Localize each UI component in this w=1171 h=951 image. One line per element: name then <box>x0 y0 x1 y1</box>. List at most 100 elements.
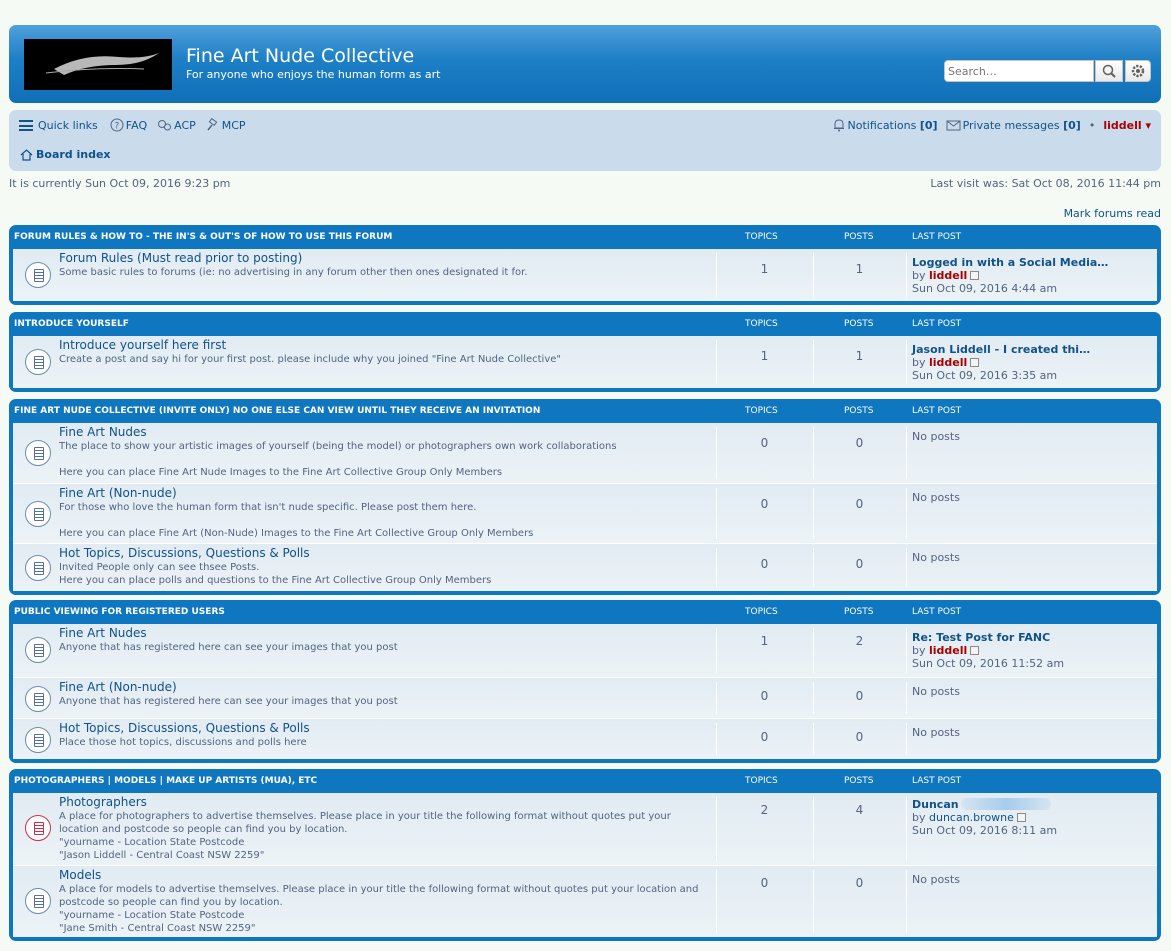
site-logo[interactable] <box>24 39 172 90</box>
faq-link[interactable]: FAQ <box>126 119 147 132</box>
posts-count: 1 <box>855 262 864 276</box>
gavel-icon <box>207 118 218 131</box>
posts-count: 0 <box>855 689 864 703</box>
forum-row[interactable]: Forum Rules (Must read prior to posting)… <box>13 249 1157 301</box>
site-title[interactable]: Fine Art Nude Collective <box>186 45 414 67</box>
board-index-link[interactable]: Board index <box>36 148 111 161</box>
last-post-title[interactable]: Re: Test Post for FANC <box>912 631 1064 644</box>
last-post-time: Sun Oct 09, 2016 8:11 am <box>912 824 1058 837</box>
last-post-author[interactable]: liddell <box>929 269 967 282</box>
view-latest-post-icon[interactable] <box>1016 813 1026 822</box>
forum-row[interactable]: Fine Art Nudes Anyone that has registere… <box>13 624 1157 677</box>
category-title[interactable]: INTRODUCE YOURSELF <box>14 319 129 329</box>
last-post-none: No posts <box>912 551 960 564</box>
forum-row[interactable]: Models A place for models to advertise t… <box>13 865 1157 937</box>
forum-title[interactable]: Fine Art (Non-nude) <box>59 680 177 694</box>
forum-read-icon <box>25 349 51 375</box>
posts-header: POSTS <box>844 776 874 786</box>
posts-count: 0 <box>855 876 864 890</box>
forum-description: A place for photographers to advertise t… <box>59 811 671 861</box>
forum-description: Invited People only can see thsee Posts.… <box>59 562 492 586</box>
last-post-author[interactable]: duncan.browne <box>929 811 1014 824</box>
forum-description: Place those hot topics, discussions and … <box>59 737 307 748</box>
forum-title[interactable]: Photographers <box>59 795 147 809</box>
topics-count: 0 <box>760 876 769 890</box>
forum-row[interactable]: Fine Art (Non-nude) For those who love t… <box>13 483 1157 543</box>
posts-count: 2 <box>855 634 864 648</box>
last-post-none: No posts <box>912 685 960 698</box>
last-post-title[interactable]: Duncan <box>912 798 959 811</box>
category-title[interactable]: PHOTOGRAPHERS | MODELS | MAKE UP ARTISTS… <box>14 776 317 786</box>
posts-count: 0 <box>855 557 864 571</box>
forum-title[interactable]: Hot Topics, Discussions, Questions & Pol… <box>59 546 310 560</box>
bell-icon <box>833 119 844 132</box>
last-post-time: Sun Oct 09, 2016 11:52 am <box>912 657 1065 670</box>
view-latest-post-icon[interactable] <box>970 646 980 655</box>
last-post-header: LAST POST <box>912 406 962 416</box>
forum-title[interactable]: Hot Topics, Discussions, Questions & Pol… <box>59 721 310 735</box>
quick-links-link[interactable]: Quick links <box>38 119 98 132</box>
forum-title[interactable]: Fine Art Nudes <box>59 626 147 640</box>
home-icon <box>20 149 33 161</box>
last-post-none: No posts <box>912 873 960 886</box>
last-post-header: LAST POST <box>912 776 962 786</box>
forum-description: For those who love the human form that i… <box>59 502 534 539</box>
forum-row[interactable]: Hot Topics, Discussions, Questions & Pol… <box>13 718 1157 759</box>
forum-row[interactable]: Fine Art Nudes The place to show your ar… <box>13 423 1157 483</box>
search-button[interactable] <box>1095 60 1123 82</box>
gear-icon <box>1131 64 1145 78</box>
redacted-text <box>960 798 1051 810</box>
envelope-icon <box>946 120 961 131</box>
posts-count: 1 <box>855 349 864 363</box>
forum-title[interactable]: Fine Art (Non-nude) <box>59 486 177 500</box>
last-post-title[interactable]: Jason Liddell - I created thi… <box>912 343 1090 356</box>
notifications-link[interactable]: Notifications [0] <box>848 119 938 132</box>
forum-title[interactable]: Fine Art Nudes <box>59 425 147 439</box>
advanced-search-button[interactable] <box>1125 60 1151 82</box>
forum-unread-icon <box>25 815 51 841</box>
topics-header: TOPICS <box>745 319 778 329</box>
forum-read-icon <box>25 637 51 663</box>
acp-link[interactable]: ACP <box>174 119 196 132</box>
svg-text:?: ? <box>114 122 119 132</box>
search-input[interactable] <box>944 60 1094 82</box>
category-title[interactable]: FINE ART NUDE COLLECTIVE (INVITE ONLY) N… <box>14 406 540 416</box>
last-post-none: No posts <box>912 491 960 504</box>
forum-title[interactable]: Introduce yourself here first <box>59 338 226 352</box>
posts-header: POSTS <box>844 232 874 242</box>
posts-count: 4 <box>855 803 864 817</box>
hamburger-icon[interactable] <box>19 119 33 131</box>
posts-header: POSTS <box>844 607 874 617</box>
forum-row[interactable]: Introduce yourself here first Create a p… <box>13 336 1157 388</box>
view-latest-post-icon[interactable] <box>970 358 980 367</box>
mark-forums-read-link[interactable]: Mark forums read <box>1064 207 1161 220</box>
topics-count: 0 <box>760 497 769 511</box>
forum-title[interactable]: Models <box>59 868 101 882</box>
private-messages-link[interactable]: Private messages [0] <box>963 119 1081 132</box>
category-title[interactable]: PUBLIC VIEWING FOR REGISTERED USERS <box>14 607 225 617</box>
forum-row[interactable]: Fine Art (Non-nude) Anyone that has regi… <box>13 677 1157 718</box>
category-photographers-models: PHOTOGRAPHERS | MODELS | MAKE UP ARTISTS… <box>9 769 1161 941</box>
forum-row[interactable]: Photographers A place for photographers … <box>13 793 1157 865</box>
last-post-title[interactable]: Logged in with a Social Media… <box>912 256 1108 269</box>
forum-title[interactable]: Forum Rules (Must read prior to posting) <box>59 251 302 265</box>
topics-count: 0 <box>760 436 769 450</box>
last-post: Duncan by duncan.browne Sun Oct 09, 2016… <box>912 798 1058 837</box>
view-latest-post-icon[interactable] <box>970 271 980 280</box>
pm-count: [0] <box>1063 118 1081 132</box>
topics-header: TOPICS <box>745 406 778 416</box>
last-post-author[interactable]: liddell <box>929 356 967 369</box>
last-post-author[interactable]: liddell <box>929 644 967 657</box>
posts-count: 0 <box>855 730 864 744</box>
category-introduce-yourself: INTRODUCE YOURSELF TOPICS POSTS LAST POS… <box>9 312 1161 392</box>
mcp-link[interactable]: MCP <box>222 119 246 132</box>
user-menu[interactable]: liddell ▾ <box>1103 119 1151 132</box>
topics-count: 0 <box>760 730 769 744</box>
posts-count: 0 <box>855 497 864 511</box>
forum-row[interactable]: Hot Topics, Discussions, Questions & Pol… <box>13 543 1157 591</box>
last-post-time: Sun Oct 09, 2016 3:35 am <box>912 369 1058 382</box>
category-title[interactable]: FORUM RULES & HOW TO - THE IN'S & OUT'S … <box>14 232 392 242</box>
posts-header: POSTS <box>844 406 874 416</box>
chevron-down-icon: ▾ <box>1145 118 1151 132</box>
topics-count: 0 <box>760 689 769 703</box>
